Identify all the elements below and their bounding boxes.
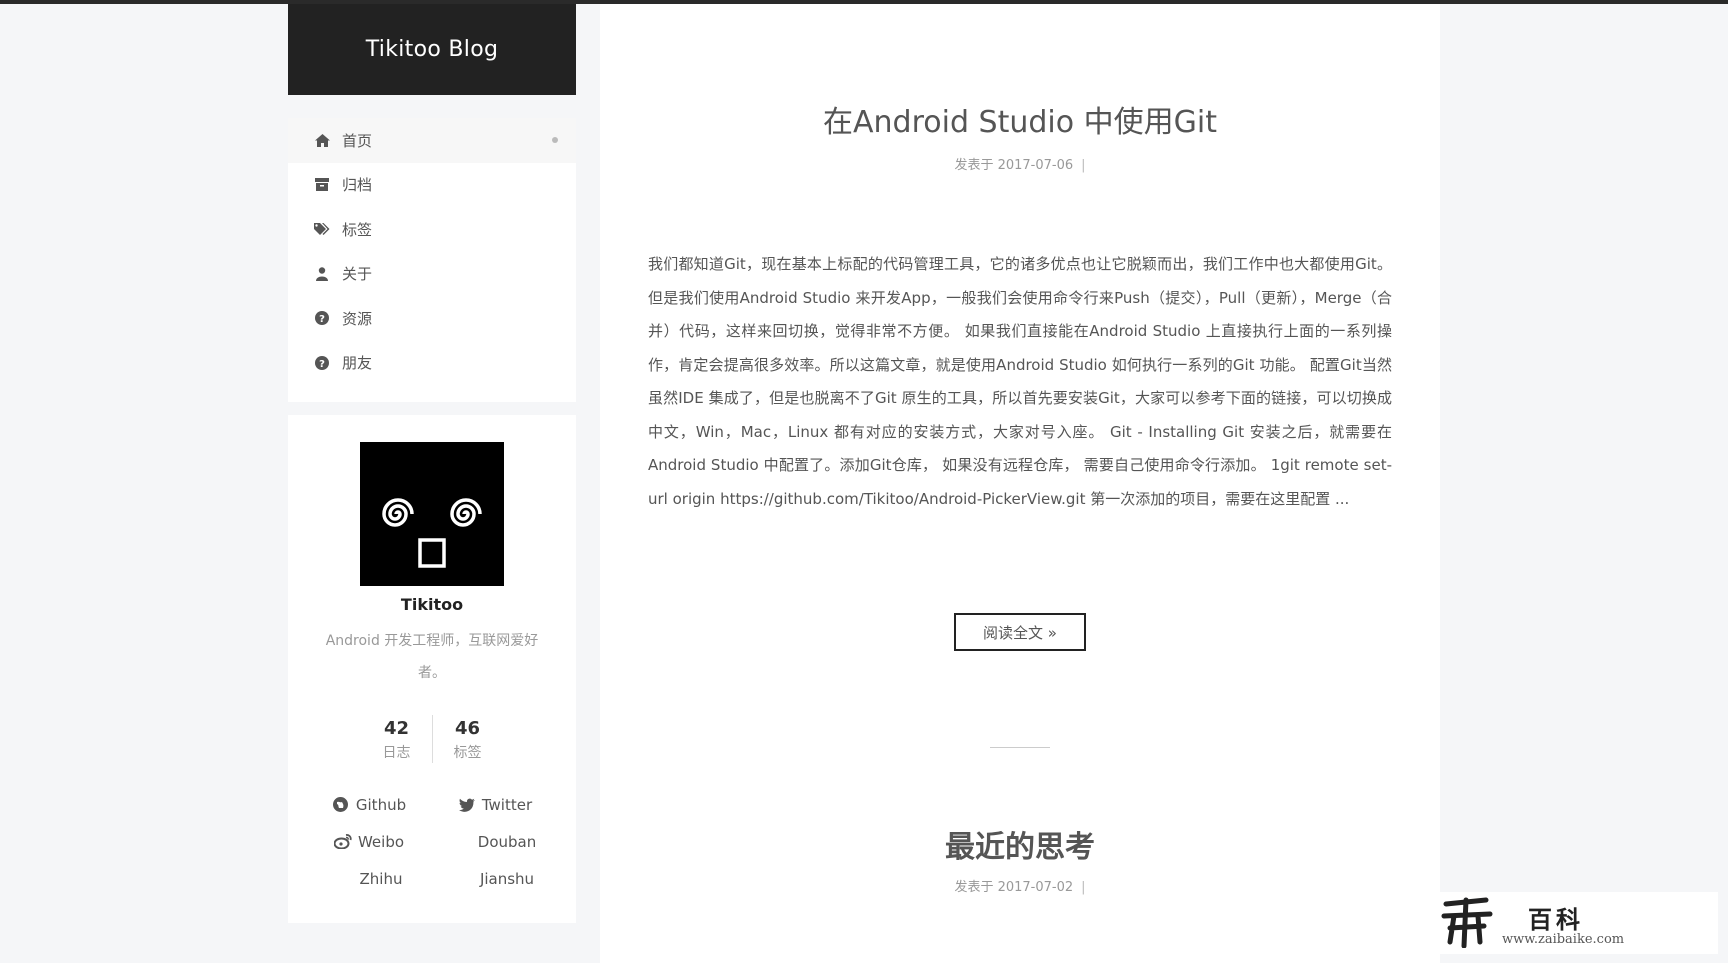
stat-label: 标签 <box>453 745 482 761</box>
watermark-logo-icon <box>1441 897 1493 948</box>
post-excerpt: 我们都知道Git，现在基本上标配的代码管理工具，它的诸多优点也让它脱颖而出，我们… <box>648 255 1392 508</box>
menu-item-label: 资源 <box>342 309 373 328</box>
archive-icon <box>314 177 330 193</box>
post-title[interactable]: 在Android Studio 中使用Git <box>600 97 1440 141</box>
post-meta: 发表于 2017-07-02 | <box>600 876 1440 895</box>
stat-tags[interactable]: 46 标签 <box>431 715 503 763</box>
menu-item-label: 朋友 <box>342 354 373 373</box>
site-title[interactable]: Tikitoo Blog <box>288 4 576 95</box>
menu-item-label: 关于 <box>342 265 373 284</box>
meta-separator: | <box>1081 880 1086 895</box>
link-github[interactable]: Github <box>306 793 432 816</box>
social-links: Github Twitter Weibo Douban Zhihu Jiansh… <box>306 793 558 890</box>
menu-item-label: 归档 <box>342 176 373 195</box>
stat-count: 46 <box>454 718 481 739</box>
zhihu-icon <box>336 871 354 887</box>
weibo-icon <box>333 834 352 850</box>
github-icon <box>332 797 350 813</box>
link-douban[interactable]: Douban <box>432 830 558 853</box>
link-label: Github <box>355 795 407 814</box>
menu-item-resources[interactable]: ? 资源 <box>288 296 576 341</box>
stat-label: 日志 <box>382 745 411 761</box>
post-meta: 发表于 2017-07-06 | <box>600 154 1440 173</box>
home-icon <box>314 132 330 148</box>
twitter-icon <box>458 797 476 813</box>
stat-count: 42 <box>383 718 410 739</box>
svg-text:?: ? <box>319 314 325 325</box>
menu-item-friends[interactable]: ? 朋友 <box>288 341 576 386</box>
link-label: Twitter <box>481 795 533 814</box>
active-indicator-dot <box>552 137 558 144</box>
read-more-button[interactable]: 阅读全文 » <box>954 613 1086 651</box>
douban-icon <box>454 834 472 850</box>
post-date: 发表于 2017-07-02 <box>954 880 1074 895</box>
main-menu: 首页 归档 标签 关于 ? 资源 ? 朋友 <box>288 118 576 402</box>
link-label: Douban <box>477 832 537 851</box>
svg-text:?: ? <box>319 359 325 370</box>
menu-item-archive[interactable]: 归档 <box>288 163 576 208</box>
link-jianshu[interactable]: Jianshu <box>432 867 558 890</box>
user-icon <box>314 266 330 282</box>
author-name: Tikitoo <box>400 595 464 614</box>
tags-icon <box>314 221 330 237</box>
menu-item-home[interactable]: 首页 <box>288 118 576 163</box>
author-stats: 42 日志 46 标签 <box>288 715 576 763</box>
watermark-url: www.zaibaike.com <box>1502 932 1625 947</box>
post-divider <box>990 747 1050 748</box>
watermark: 百科 www.zaibaike.com <box>1440 892 1718 954</box>
link-label: Jianshu <box>479 869 535 888</box>
question-icon: ? <box>314 355 330 371</box>
link-label: Zhihu <box>359 869 403 888</box>
question-icon: ? <box>314 310 330 326</box>
jianshu-icon <box>456 871 474 887</box>
avatar[interactable] <box>360 442 504 586</box>
author-description: Android 开发工程师，互联网爱好者。 <box>325 633 539 681</box>
link-zhihu[interactable]: Zhihu <box>306 867 432 890</box>
menu-item-about[interactable]: 关于 <box>288 252 576 297</box>
stat-posts[interactable]: 42 日志 <box>362 715 432 763</box>
meta-separator: | <box>1081 158 1086 173</box>
link-weibo[interactable]: Weibo <box>306 830 432 853</box>
post-list: 在Android Studio 中使用Git 发表于 2017-07-06 | 我… <box>600 4 1440 963</box>
menu-item-label: 首页 <box>342 131 373 150</box>
link-twitter[interactable]: Twitter <box>432 793 558 816</box>
author-profile: Tikitoo Android 开发工程师，互联网爱好者。 42 日志 46 标… <box>288 415 576 923</box>
post-title[interactable]: 最近的思考 <box>600 822 1440 866</box>
watermark-text: 百科 <box>1528 906 1584 934</box>
menu-item-tags[interactable]: 标签 <box>288 207 576 252</box>
post-date: 发表于 2017-07-06 <box>954 158 1074 173</box>
link-label: Weibo <box>357 832 405 851</box>
menu-item-label: 标签 <box>342 220 373 239</box>
